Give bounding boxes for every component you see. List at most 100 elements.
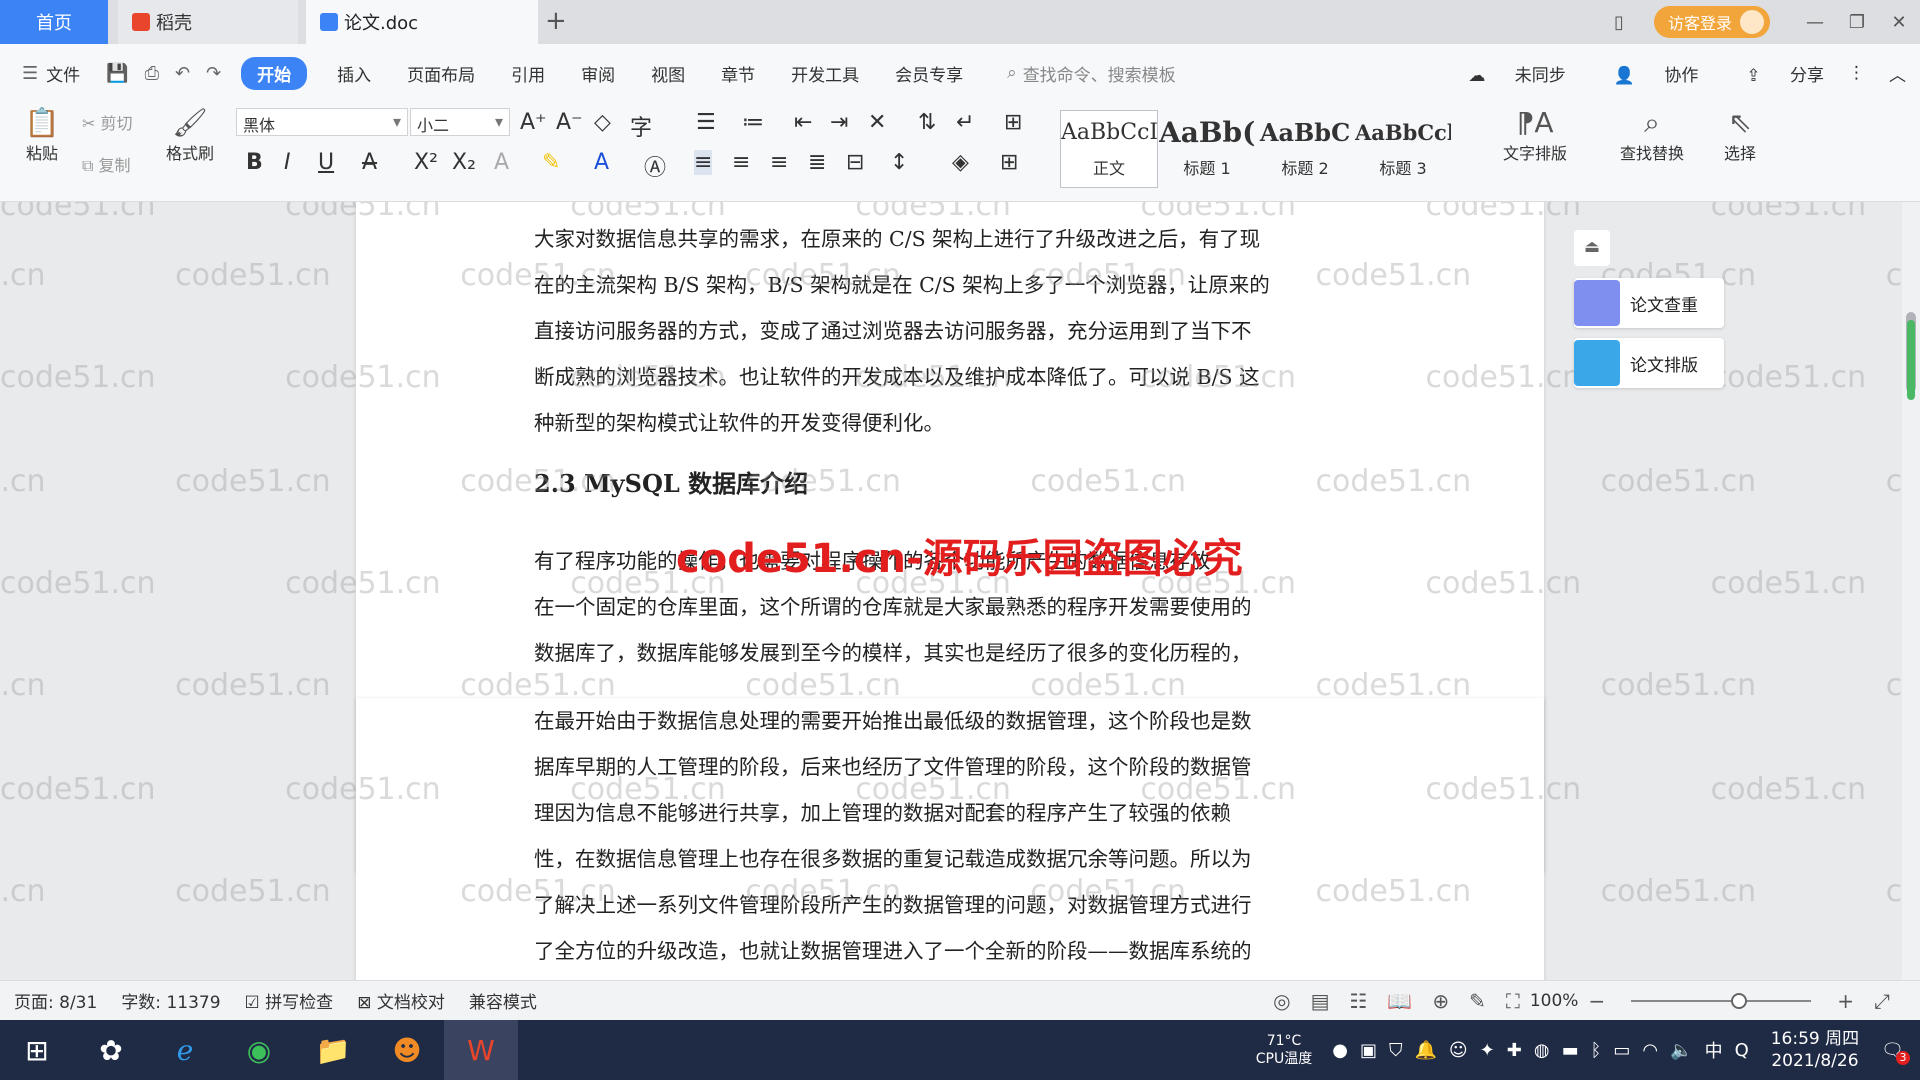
web-view-icon[interactable]: ⊕	[1432, 989, 1449, 1013]
zoom-slider-knob[interactable]	[1731, 992, 1748, 1009]
print-icon[interactable]: ⎙	[145, 63, 159, 84]
write-view-icon[interactable]: ✎	[1469, 989, 1486, 1013]
menu-review[interactable]: 审阅	[563, 61, 633, 86]
superscript-icon[interactable]: X²	[414, 150, 438, 175]
close-button[interactable]: ✕	[1878, 12, 1920, 33]
thesis-layout-button[interactable]: 论文排版	[1574, 338, 1724, 388]
proofread-button[interactable]: ⊠ 文档校对	[357, 988, 445, 1013]
line-spacing-icon[interactable]: ↕	[890, 150, 908, 175]
font-name-select[interactable]: 黑体 ▾	[236, 108, 408, 136]
align-right-icon[interactable]: ≡	[770, 150, 788, 175]
word-count[interactable]: 字数: 11379	[121, 988, 220, 1013]
browser-360-icon[interactable]: ◉	[222, 1020, 296, 1080]
style-heading-2[interactable]: AaBbC 标题 2	[1256, 110, 1354, 188]
borders-icon[interactable]: ⊞	[1000, 150, 1018, 175]
align-left-icon[interactable]: ≡	[694, 150, 713, 175]
wps-taskbar-icon[interactable]: W	[444, 1020, 518, 1080]
italic-icon[interactable]: I	[284, 150, 291, 175]
battery-icon[interactable]: ▭	[1613, 1040, 1630, 1061]
minimize-button[interactable]: —	[1794, 12, 1836, 33]
menu-insert[interactable]: 插入	[319, 61, 389, 86]
style-heading-1[interactable]: AaBb( 标题 1	[1158, 110, 1256, 188]
copy-button[interactable]: ⧉ 复制	[82, 152, 131, 176]
show-marks-icon[interactable]: ↵	[956, 110, 974, 135]
menu-dev-tools[interactable]: 开发工具	[773, 61, 877, 86]
menu-file[interactable]: 文件	[46, 61, 98, 86]
volume-icon[interactable]: 🔈	[1670, 1040, 1692, 1061]
align-center-icon[interactable]: ≡	[732, 150, 750, 175]
collapse-panel-icon[interactable]: ⏏	[1574, 230, 1610, 266]
subscript-icon[interactable]: X₂	[452, 150, 476, 175]
cut-button[interactable]: ✂ 剪切	[82, 110, 133, 134]
highlight-icon[interactable]: ✎	[542, 150, 560, 175]
zoom-in-icon[interactable]: +	[1837, 989, 1854, 1013]
bold-icon[interactable]: B	[246, 150, 263, 175]
text-layout-button[interactable]: ⁋A 文字排版	[1490, 106, 1580, 164]
tray-app-icon[interactable]: ●	[1332, 1040, 1348, 1061]
windows-start-icon[interactable]: ⊞	[0, 1020, 74, 1080]
select-button[interactable]: ⇖ 选择	[1710, 106, 1770, 164]
restore-button[interactable]: ❐	[1836, 12, 1878, 33]
text-effect-icon[interactable]: A	[494, 150, 509, 175]
grow-font-icon[interactable]: A⁺	[520, 110, 547, 135]
share-button[interactable]: ⇪ 分享	[1722, 61, 1824, 86]
paste-button[interactable]: 📋 粘贴	[14, 106, 70, 164]
decrease-indent-icon[interactable]: ⇤	[794, 110, 812, 135]
char-border-icon[interactable]: Ⓐ	[644, 150, 666, 182]
page-view-icon[interactable]: ▤	[1311, 989, 1330, 1013]
chinese-layout-icon[interactable]: ✕	[868, 110, 886, 135]
tray-gpu-icon[interactable]: ▬	[1562, 1040, 1579, 1061]
shrink-font-icon[interactable]: A⁻	[556, 110, 583, 135]
cpu-temp-widget[interactable]: 71°C CPU温度	[1256, 1032, 1312, 1068]
zoom-slider[interactable]	[1631, 992, 1812, 1009]
menu-chapter[interactable]: 章节	[703, 61, 773, 86]
phonetic-icon[interactable]: 字	[630, 110, 652, 142]
collapse-ribbon-icon[interactable]: ︿	[1889, 61, 1906, 86]
tray-cloud-icon[interactable]: ◍	[1534, 1040, 1550, 1061]
shield-icon[interactable]: ⛉	[1389, 1040, 1403, 1061]
sync-status[interactable]: ☁ 未同步	[1444, 61, 1565, 86]
bullet-list-icon[interactable]: ☰	[696, 110, 716, 135]
bluetooth-icon[interactable]: ᛒ	[1591, 1040, 1602, 1061]
find-replace-button[interactable]: ⌕ 查找替换	[1604, 106, 1700, 164]
shading-icon[interactable]: ◈	[952, 150, 969, 175]
menu-view[interactable]: 视图	[633, 61, 703, 86]
read-view-icon[interactable]: 📖	[1387, 989, 1412, 1013]
tab-stops-icon[interactable]: ⊞	[1004, 110, 1022, 135]
new-tab-button[interactable]: +	[545, 6, 567, 36]
clear-format-icon[interactable]: ◇	[594, 110, 611, 135]
ime-q-icon[interactable]: Q	[1735, 1040, 1749, 1061]
hamburger-icon[interactable]: ☰	[22, 63, 38, 84]
underline-icon[interactable]: U	[318, 150, 334, 175]
tray-plus-icon[interactable]: ✚	[1507, 1040, 1522, 1061]
menu-page-layout[interactable]: 页面布局	[389, 61, 493, 86]
bell-icon[interactable]: 🔔	[1414, 1040, 1436, 1061]
ie-browser-icon[interactable]: ℯ	[148, 1020, 222, 1080]
more-icon[interactable]: ⋮	[1848, 63, 1865, 83]
wifi-icon[interactable]: ◠	[1642, 1040, 1658, 1061]
file-explorer-icon[interactable]: 📁	[296, 1020, 370, 1080]
style-normal[interactable]: AaBbCcI 正文	[1060, 110, 1158, 188]
thesis-check-button[interactable]: 论文查重	[1574, 278, 1724, 328]
menu-member[interactable]: 会员专享	[877, 61, 981, 86]
tab-document[interactable]: 论文.doc	[306, 0, 538, 44]
tab-home[interactable]: 首页	[0, 0, 108, 44]
eye-protect-icon[interactable]: ◎	[1273, 989, 1290, 1013]
numbered-list-icon[interactable]: ≔	[742, 110, 764, 135]
distributed-icon[interactable]: ⊟	[846, 150, 864, 175]
collaborate-button[interactable]: 👤 协作	[1590, 61, 1699, 86]
tray-qq-icon[interactable]: ✦	[1480, 1040, 1495, 1061]
justify-icon[interactable]: ≣	[808, 150, 826, 175]
zoom-out-icon[interactable]: −	[1588, 989, 1605, 1013]
spellcheck-button[interactable]: ☑ 拼写检查	[245, 988, 334, 1013]
save-icon[interactable]: 💾	[106, 63, 128, 84]
undo-icon[interactable]: ↶	[175, 63, 190, 84]
fullscreen-icon[interactable]: ⤢	[1874, 989, 1890, 1013]
pinwheel-app-icon[interactable]: ✿	[74, 1020, 148, 1080]
tray-game-icon[interactable]: ☺	[1449, 1040, 1468, 1061]
ime-indicator[interactable]: 中	[1705, 1037, 1723, 1063]
font-size-select[interactable]: 小二 ▾	[410, 108, 510, 136]
clock[interactable]: 16:59 周四 2021/8/26	[1771, 1028, 1859, 1072]
style-heading-3[interactable]: AaBbCcl 标题 3	[1354, 110, 1452, 188]
menu-start[interactable]: 开始	[241, 56, 308, 90]
